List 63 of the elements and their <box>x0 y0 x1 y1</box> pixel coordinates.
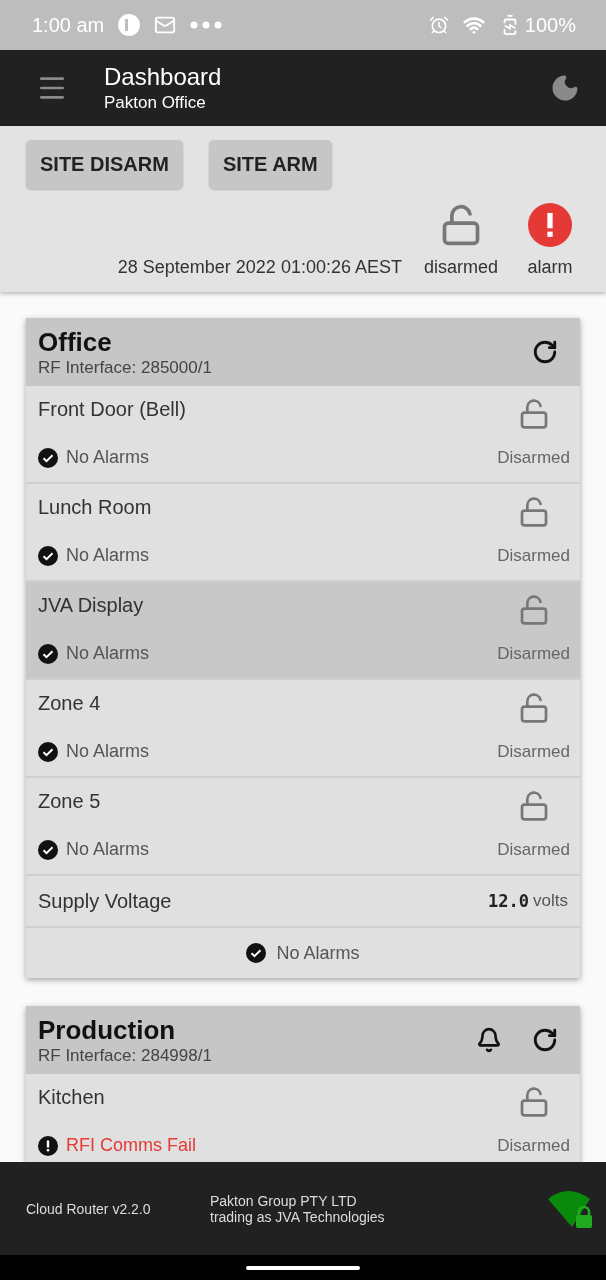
bell-button[interactable] <box>476 1027 502 1053</box>
summary-text: No Alarms <box>276 942 360 964</box>
zone-row[interactable]: Zone 4 No Alarms Disarmed <box>26 680 580 778</box>
page-subtitle: Pakton Office <box>104 93 207 113</box>
zone-name: JVA Display <box>38 594 145 617</box>
check-circle-icon <box>38 545 58 566</box>
alarm-text: No Alarms <box>66 839 150 860</box>
alarm-status: alarm <box>527 257 573 278</box>
zone-state: Disarmed <box>497 448 570 468</box>
zone-row[interactable]: Zone 5 No Alarms Disarmed <box>26 778 580 876</box>
alarm-text: No Alarms <box>66 545 150 566</box>
mail-icon <box>154 14 177 36</box>
zone-row[interactable]: Front Door (Bell) No Alarms Disarmed <box>26 386 580 484</box>
zone-name: Zone 4 <box>38 692 102 715</box>
alarm-text: RFI Comms Fail <box>66 1135 196 1156</box>
moon-icon[interactable] <box>550 73 580 103</box>
page-title: Dashboard <box>104 63 223 91</box>
zone-state: Disarmed <box>497 644 570 664</box>
interface-label: RF Interface: 284998/1 <box>38 1045 213 1066</box>
alert-icon <box>38 1135 58 1156</box>
zone-state: Disarmed <box>497 1136 570 1156</box>
voltage-value: 12.0 <box>488 891 530 911</box>
zone-name: Lunch Room <box>38 496 153 519</box>
app-icon <box>118 14 141 36</box>
battery-percent: 100% <box>524 13 576 37</box>
voltage-label: Supply Voltage <box>38 889 173 913</box>
site-button[interactable]: SITE DISARM <box>26 140 183 189</box>
check-circle-icon <box>38 839 58 860</box>
voltage-unit: volts <box>533 891 568 911</box>
zone-state: Disarmed <box>497 546 570 566</box>
zone-name: Front Door (Bell) <box>38 398 187 421</box>
trading-text: trading as JVA Technologies <box>210 1208 386 1225</box>
zone-row[interactable]: JVA Display No Alarms Disarmed <box>26 582 580 680</box>
alarm-icon <box>528 203 572 247</box>
secure-wifi-icon[interactable] <box>546 1188 594 1229</box>
more-icon <box>190 21 223 29</box>
check-circle-icon <box>38 741 58 762</box>
zone-state: Disarmed <box>497 742 570 762</box>
alarm-text: No Alarms <box>66 741 150 762</box>
interface-label: RF Interface: 285000/1 <box>38 357 213 378</box>
zone-row[interactable]: Lunch Room No Alarms Disarmed <box>26 484 580 582</box>
timestamp: 28 September 2022 01:00:26 AEST <box>117 257 402 278</box>
refresh-button[interactable] <box>532 1027 558 1053</box>
zone-row[interactable]: Kitchen RFI Comms Fail Disarmed <box>26 1074 580 1162</box>
area-title: Production <box>38 1014 177 1046</box>
zone-name: Kitchen <box>38 1086 106 1109</box>
area-title: Office <box>38 326 113 358</box>
site-button[interactable]: SITE ARM <box>208 140 332 189</box>
zone-name: Zone 5 <box>38 790 102 813</box>
check-circle-icon <box>246 943 267 963</box>
refresh-button[interactable] <box>532 339 558 365</box>
version-text: Cloud Router v2.2.0 <box>26 1200 152 1217</box>
alarm-clock-icon <box>428 15 449 35</box>
company-text: Pakton Group PTY LTD <box>210 1192 358 1209</box>
home-indicator[interactable] <box>246 1265 360 1270</box>
alarm-text: No Alarms <box>66 447 150 468</box>
status-time: 1:00 am <box>32 13 105 37</box>
alarm-text: No Alarms <box>66 643 150 664</box>
arm-status: disarmed <box>423 257 498 278</box>
check-circle-icon <box>38 643 58 664</box>
wifi-icon <box>462 14 485 36</box>
check-circle-icon <box>38 447 58 468</box>
zone-state: Disarmed <box>497 840 570 860</box>
